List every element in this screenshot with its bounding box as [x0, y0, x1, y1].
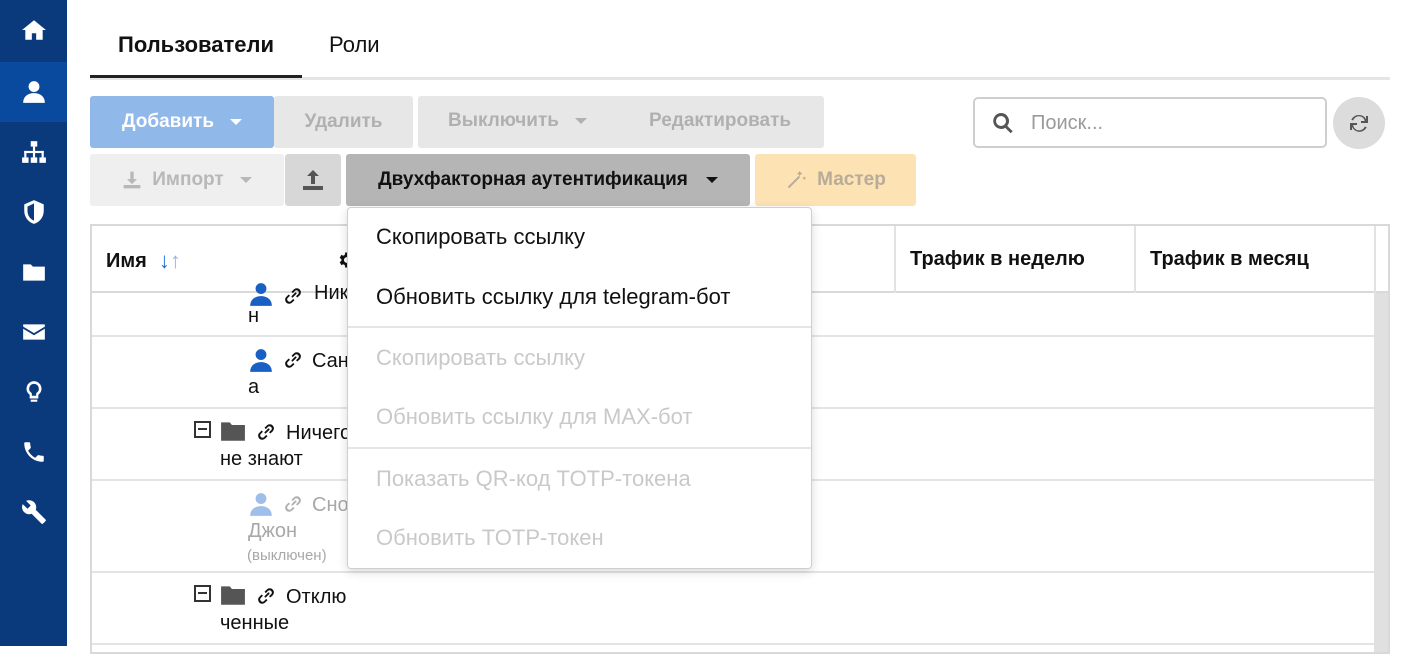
- sidebar-item-users[interactable]: [0, 62, 67, 122]
- disable-button[interactable]: Выключить: [448, 110, 587, 132]
- refresh-button[interactable]: [1333, 97, 1385, 149]
- upload-button[interactable]: [285, 154, 341, 206]
- sidebar-item-files[interactable]: [0, 242, 67, 302]
- column-name-label: Имя: [106, 249, 147, 272]
- search-input[interactable]: [1031, 109, 1311, 137]
- menu-separator: [348, 447, 811, 449]
- refresh-icon: [1350, 114, 1368, 132]
- home-icon: [21, 20, 46, 40]
- sidebar: [0, 0, 67, 646]
- upload-icon: [303, 170, 323, 190]
- row-name-line2: н: [248, 305, 260, 327]
- sidebar-item-tools[interactable]: [0, 482, 67, 542]
- wizard-button[interactable]: Мастер: [755, 154, 916, 206]
- column-header-name[interactable]: Имя ↓ ↑: [106, 248, 181, 274]
- column-header-month-traffic[interactable]: Трафик в месяц: [1150, 248, 1309, 271]
- chevron-down-icon: [230, 119, 243, 125]
- two-factor-auth-label: Двухфакторная аутентификация: [378, 169, 688, 190]
- two-factor-auth-menu: Скопировать ссылку Обновить ссылку для t…: [347, 207, 812, 569]
- edit-button[interactable]: Редактировать: [649, 110, 791, 132]
- column-separator: [1374, 226, 1376, 293]
- column-header-week-traffic[interactable]: Трафик в неделю: [910, 248, 1085, 271]
- link-icon: [255, 421, 277, 448]
- folder-icon: [220, 419, 246, 448]
- add-button[interactable]: Добавить: [90, 96, 274, 148]
- delete-button[interactable]: Удалить: [274, 96, 413, 148]
- import-button-label: Импорт: [152, 169, 224, 190]
- wizard-button-label: Мастер: [817, 169, 886, 190]
- collapse-icon[interactable]: [194, 585, 211, 602]
- menu-item-copy-link[interactable]: Скопировать ссылку: [376, 224, 585, 250]
- edit-button-label: Редактировать: [649, 110, 792, 131]
- folder-icon: [220, 583, 246, 612]
- row-name-line2: не знают: [220, 448, 303, 470]
- shield-icon: [23, 200, 44, 224]
- link-icon: [255, 585, 277, 612]
- sidebar-item-home[interactable]: [0, 0, 67, 60]
- sort-desc-icon[interactable]: ↓: [159, 248, 170, 274]
- menu-item-refresh-totp: Обновить TOTP-токен: [376, 525, 604, 550]
- sort-asc-icon[interactable]: ↑: [170, 248, 181, 274]
- row-name-line1: Ник: [314, 282, 349, 304]
- sidebar-item-mail[interactable]: [0, 302, 67, 362]
- collapse-icon[interactable]: [194, 421, 211, 438]
- menu-item-refresh-max-link: Обновить ссылку для MAX-бот: [376, 404, 693, 429]
- link-icon: [282, 285, 304, 312]
- chevron-down-icon: [574, 118, 587, 124]
- add-button-label: Добавить: [121, 111, 215, 132]
- table-scrollbar[interactable]: [1374, 293, 1388, 652]
- link-icon: [282, 349, 304, 376]
- search-icon: [993, 113, 1013, 134]
- folder-icon: [22, 264, 45, 281]
- row-name-line2: ченные: [220, 612, 290, 634]
- tab-roles[interactable]: Роли: [329, 32, 380, 58]
- two-factor-auth-button[interactable]: Двухфакторная аутентификация: [346, 154, 750, 206]
- magic-wand-icon: [787, 170, 807, 189]
- sidebar-item-ideas[interactable]: [0, 362, 67, 422]
- sitemap-icon: [21, 141, 46, 163]
- tab-bar: Пользователи Роли: [90, 20, 1390, 80]
- tab-users[interactable]: Пользователи: [118, 32, 274, 58]
- row-name-line1: Ничего: [286, 422, 352, 444]
- wrench-icon: [21, 500, 46, 524]
- download-icon: [123, 171, 141, 189]
- disable-button-label: Выключить: [448, 110, 559, 131]
- row-name-line2: а: [248, 376, 260, 398]
- import-button[interactable]: Импорт: [90, 154, 284, 206]
- user-icon: [22, 81, 45, 103]
- active-tab-indicator: [90, 75, 302, 78]
- link-icon: [282, 493, 304, 520]
- row-name-line1: Сан: [312, 350, 349, 372]
- phone-icon: [23, 442, 44, 462]
- envelope-icon: [22, 324, 45, 340]
- disable-edit-group: Выключить Редактировать: [418, 96, 824, 148]
- sidebar-item-phone[interactable]: [0, 422, 67, 482]
- delete-button-label: Удалить: [304, 111, 383, 132]
- chevron-down-icon: [705, 177, 718, 183]
- search-box: [973, 97, 1327, 148]
- column-separator: [1134, 226, 1136, 293]
- disabled-note: (выключен): [247, 547, 327, 564]
- menu-item-refresh-telegram-link[interactable]: Обновить ссылку для telegram-бот: [376, 284, 730, 310]
- chevron-down-icon: [239, 177, 252, 183]
- lightbulb-icon: [25, 381, 42, 402]
- menu-item-show-totp-qr: Показать QR-код TOTP-токена: [376, 466, 691, 491]
- row-name-line1: Сно: [312, 494, 349, 516]
- column-separator: [894, 226, 896, 293]
- row-name-line2: Джон: [248, 520, 298, 542]
- row-name-line1: Отклю: [286, 586, 347, 608]
- table-row-group[interactable]: Отклю ченные: [92, 573, 1374, 645]
- menu-separator: [348, 326, 811, 328]
- sidebar-item-structure[interactable]: [0, 122, 67, 182]
- menu-item-copy-link-disabled: Скопировать ссылку: [376, 345, 586, 370]
- sidebar-item-security[interactable]: [0, 182, 67, 242]
